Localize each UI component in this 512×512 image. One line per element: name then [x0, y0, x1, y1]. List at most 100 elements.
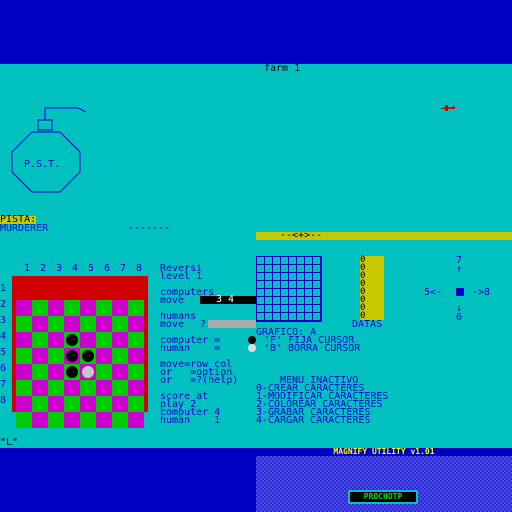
pista-dashes: -------: [128, 223, 171, 234]
human-move-input[interactable]: [208, 320, 256, 328]
board-square[interactable]: [112, 348, 128, 364]
game-level: level 1: [160, 271, 203, 282]
board-square[interactable]: [16, 396, 32, 412]
board-square[interactable]: [32, 396, 48, 412]
board-square[interactable]: [128, 348, 144, 364]
board-square[interactable]: [128, 412, 144, 428]
board-square[interactable]: [16, 412, 32, 428]
board-square[interactable]: [80, 412, 96, 428]
board-square[interactable]: [80, 348, 96, 364]
row-label: 8: [0, 395, 7, 406]
board-square[interactable]: [112, 316, 128, 332]
board-square[interactable]: [128, 396, 144, 412]
menu-item-4[interactable]: 4-CARGAR CARACTERES: [256, 416, 370, 426]
board-square[interactable]: [48, 364, 64, 380]
column-label: 3: [56, 263, 63, 274]
board-square[interactable]: [64, 332, 80, 348]
magnify-title: MAGNIFY UTILITY v1.01: [256, 448, 512, 456]
board-square[interactable]: [96, 364, 112, 380]
board-square[interactable]: [96, 316, 112, 332]
column-label: 1: [24, 263, 31, 274]
udg-editor-grid[interactable]: [256, 256, 322, 322]
nav-right: ->8: [472, 287, 491, 298]
board-square[interactable]: [80, 380, 96, 396]
board-square[interactable]: [112, 364, 128, 380]
board-square[interactable]: [80, 332, 96, 348]
board-square[interactable]: [96, 348, 112, 364]
board-square[interactable]: [32, 316, 48, 332]
divider-bar: --<+>--: [256, 231, 512, 241]
cpu-move-field: 3 4: [200, 295, 256, 305]
board-square[interactable]: [112, 332, 128, 348]
board-square[interactable]: [32, 300, 48, 316]
column-label: 8: [136, 263, 143, 274]
board-square[interactable]: [32, 364, 48, 380]
board-square[interactable]: [112, 412, 128, 428]
input-prompt: "L": [0, 437, 19, 448]
datas-column: 00000000: [360, 256, 384, 321]
board-square[interactable]: [48, 348, 64, 364]
black-disc-icon: [248, 336, 256, 344]
board-square[interactable]: [16, 380, 32, 396]
white-disc: [82, 366, 94, 378]
prochotp-button[interactable]: PROCHOTP: [348, 490, 418, 504]
help-line-3: or =?(help): [160, 375, 239, 386]
screen-border-top: [0, 0, 512, 64]
board-square[interactable]: [32, 348, 48, 364]
board-square[interactable]: [32, 412, 48, 428]
column-label: 7: [120, 263, 127, 274]
board-square[interactable]: [16, 300, 32, 316]
board-square[interactable]: [48, 332, 64, 348]
board-square[interactable]: [48, 316, 64, 332]
board-square[interactable]: [96, 300, 112, 316]
board-square[interactable]: [64, 316, 80, 332]
board-square[interactable]: [112, 300, 128, 316]
board-square[interactable]: [32, 380, 48, 396]
board-square[interactable]: [128, 316, 144, 332]
board-square[interactable]: [16, 316, 32, 332]
board-square[interactable]: [112, 380, 128, 396]
board-square[interactable]: [128, 380, 144, 396]
board-square[interactable]: [80, 316, 96, 332]
board-square[interactable]: [48, 300, 64, 316]
datas-values: 00000000: [360, 256, 365, 321]
board-square[interactable]: [64, 412, 80, 428]
black-disc: [66, 334, 78, 346]
board-square[interactable]: [64, 380, 80, 396]
nav-down: ↓ 6: [456, 303, 463, 323]
human-move-prompt: ?: [200, 319, 207, 330]
reversi-board[interactable]: [12, 276, 148, 428]
row-label: 7: [0, 379, 7, 390]
board-square[interactable]: [48, 396, 64, 412]
board-square[interactable]: [16, 348, 32, 364]
board-square[interactable]: [96, 396, 112, 412]
board-square[interactable]: [80, 396, 96, 412]
board-square[interactable]: [128, 364, 144, 380]
board-square[interactable]: [64, 300, 80, 316]
pista-value: MURDERER: [0, 223, 49, 234]
board-square[interactable]: [80, 300, 96, 316]
column-label: 6: [104, 263, 111, 274]
board-square[interactable]: [16, 364, 32, 380]
black-disc: [66, 366, 78, 378]
nav-left: 5<-: [424, 287, 443, 298]
board-square[interactable]: [16, 332, 32, 348]
board-square[interactable]: [80, 364, 96, 380]
board-square[interactable]: [96, 412, 112, 428]
column-label: 4: [72, 263, 79, 274]
board-square[interactable]: [48, 380, 64, 396]
board-square[interactable]: [48, 412, 64, 428]
board-square[interactable]: [64, 364, 80, 380]
board-square[interactable]: [32, 332, 48, 348]
board-square[interactable]: [128, 332, 144, 348]
board-square[interactable]: [112, 396, 128, 412]
row-label: 5: [0, 347, 7, 358]
row-label: 6: [0, 363, 7, 374]
board-square[interactable]: [96, 332, 112, 348]
board-grid: [16, 300, 144, 428]
board-square[interactable]: [128, 300, 144, 316]
board-square[interactable]: [64, 396, 80, 412]
board-square[interactable]: [64, 348, 80, 364]
board-square[interactable]: [96, 380, 112, 396]
cursor-icon: [456, 288, 464, 296]
